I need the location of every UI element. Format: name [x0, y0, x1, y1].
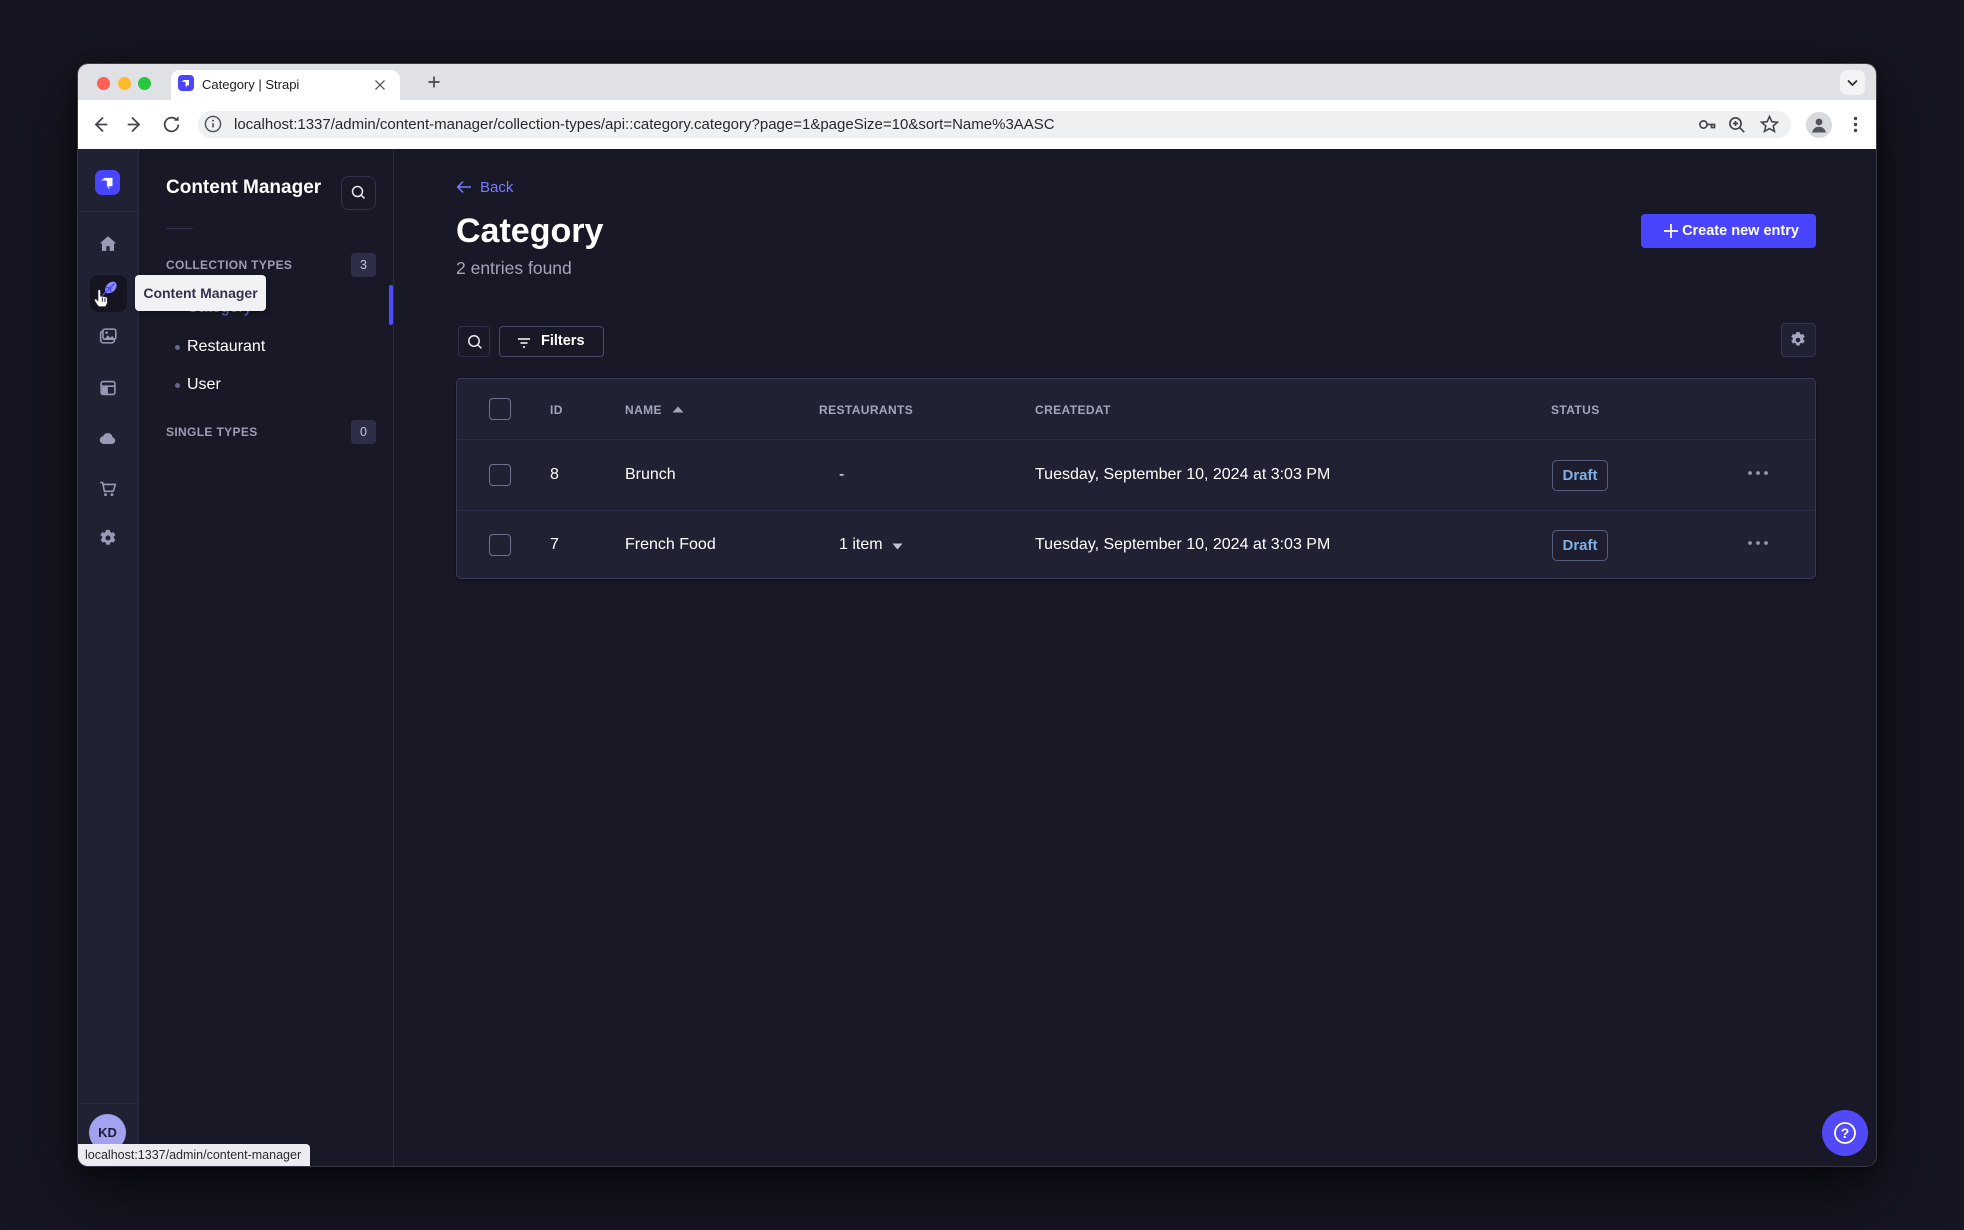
svg-text:?: ?: [1841, 1125, 1850, 1141]
